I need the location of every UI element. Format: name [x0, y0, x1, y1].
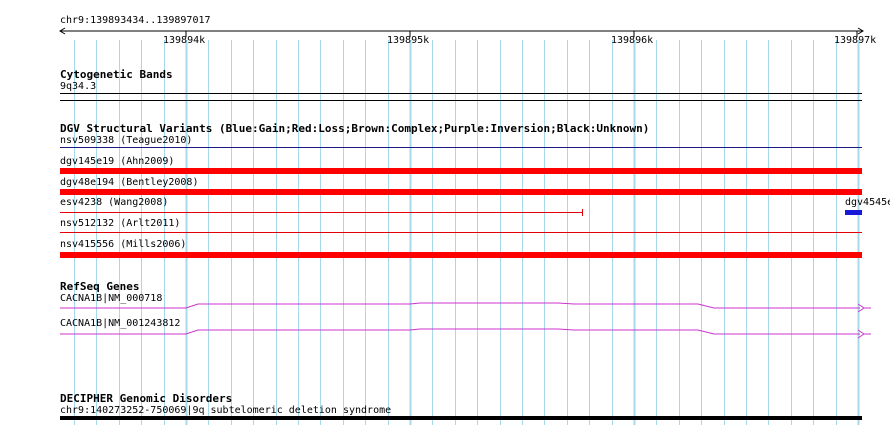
- variant-loss-bar[interactable]: [60, 168, 862, 174]
- cytogenetic-track-title: Cytogenetic Bands: [60, 68, 173, 81]
- ruler-tick-label: 139897k: [834, 35, 877, 46]
- variant-edge-label[interactable]: dgv4545e: [845, 197, 890, 208]
- variant-label[interactable]: dgv48e194 (Bentley2008): [60, 177, 198, 188]
- variant-label[interactable]: dgv145e19 (Ahn2009): [60, 156, 174, 167]
- ruler-tick-label: 139896k: [611, 35, 654, 46]
- variant-gain-bar[interactable]: [60, 147, 862, 148]
- variant-loss-line[interactable]: [60, 232, 862, 233]
- variant-label[interactable]: nsv415556 (Mills2006): [60, 239, 186, 250]
- decipher-label[interactable]: chr9:140273252-750069|9q subtelomeric de…: [60, 405, 391, 416]
- variant-label[interactable]: esv4238 (Wang2008): [60, 197, 168, 208]
- cytoband-bottom-line: [60, 100, 862, 101]
- variant-loss-bar[interactable]: [60, 189, 862, 195]
- ruler-location: chr9:139893434..139897017: [60, 15, 211, 26]
- cytoband-top-line: [60, 93, 862, 94]
- variant-label[interactable]: nsv509338 (Teague2010): [60, 135, 192, 146]
- variant-end-tick: [582, 209, 583, 216]
- ruler-tick-label: 139894k: [163, 35, 206, 46]
- variant-label[interactable]: nsv512132 (Arlt2011): [60, 218, 180, 229]
- ruler-tick-label: 139895k: [387, 35, 430, 46]
- gene-models[interactable]: [58, 298, 874, 342]
- variant-gain-bar[interactable]: [845, 210, 862, 215]
- dgv-track-title: DGV Structural Variants (Blue:Gain;Red:L…: [60, 122, 650, 135]
- gene-model-line: [60, 302, 860, 309]
- cytoband-label[interactable]: 9q34.3: [60, 81, 96, 92]
- decipher-track-title: DECIPHER Genomic Disorders: [60, 392, 233, 405]
- decipher-bar[interactable]: [60, 416, 862, 420]
- variant-loss-bar[interactable]: [60, 252, 862, 258]
- variant-loss-line[interactable]: [60, 212, 583, 213]
- gene-model-line: [60, 328, 860, 335]
- refseq-track-title: RefSeq Genes: [60, 280, 140, 293]
